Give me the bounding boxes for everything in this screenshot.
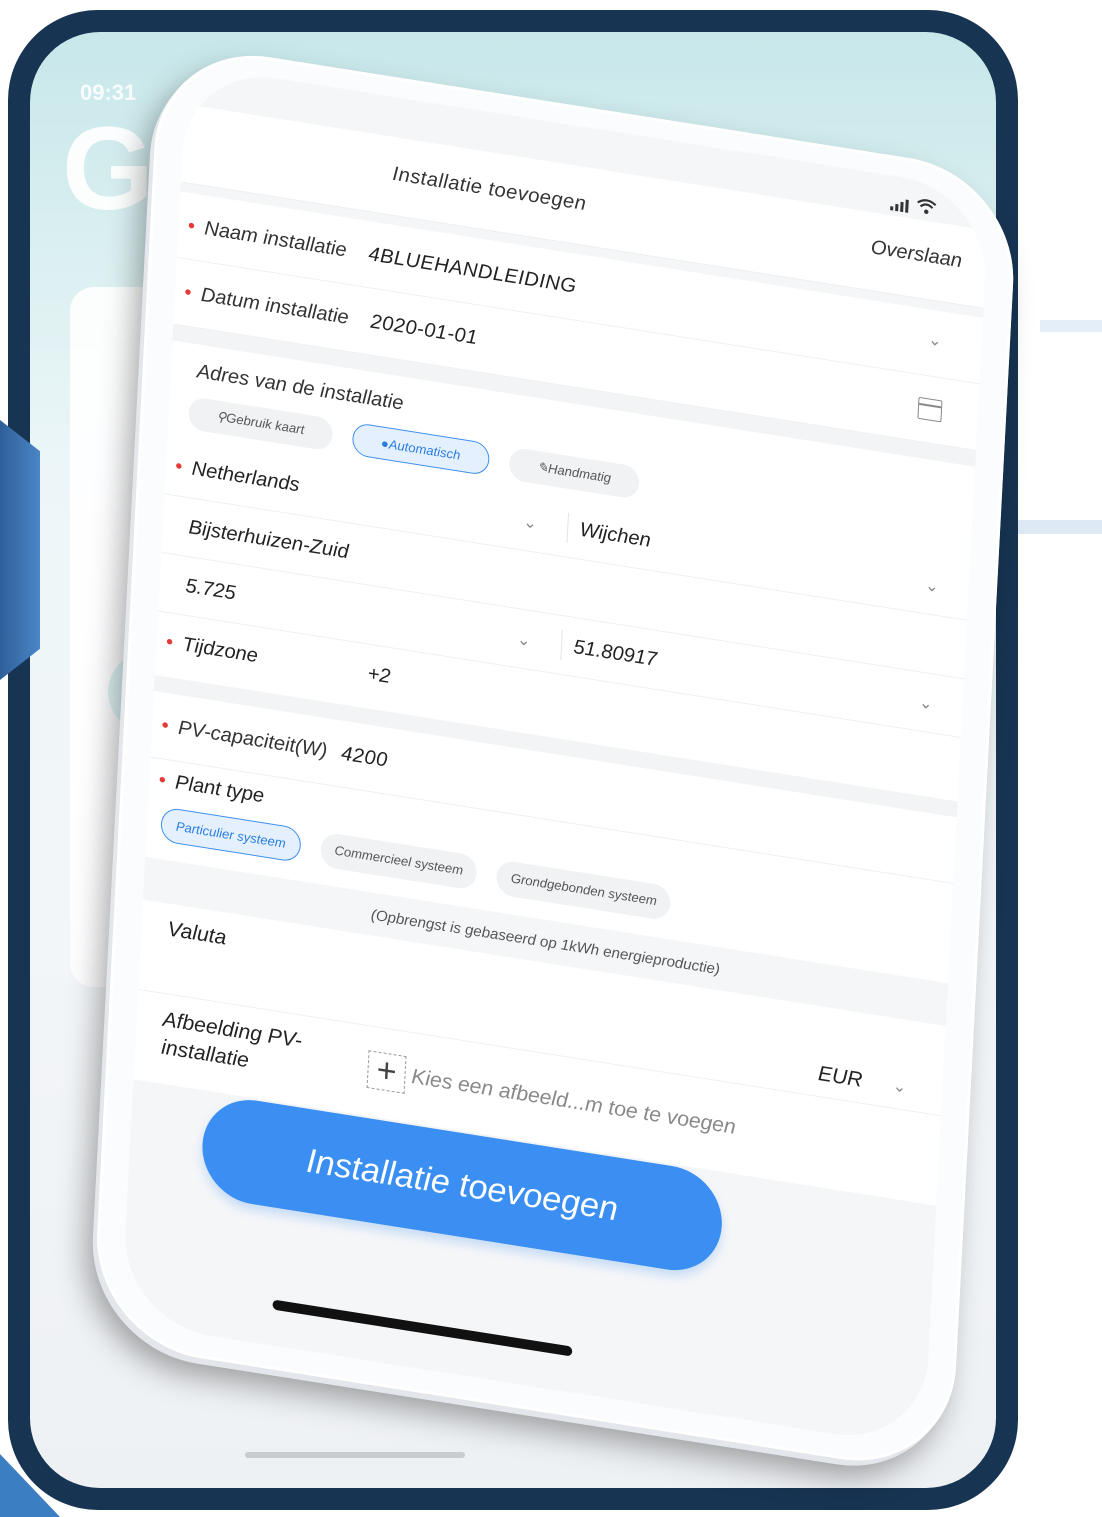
timezone-label: Tijdzone (181, 632, 259, 667)
installation-name-label: Naam installatie (203, 216, 348, 262)
signal-icon (890, 197, 909, 213)
skip-button[interactable]: Overslaan (870, 236, 962, 273)
calendar-icon[interactable] (917, 396, 943, 423)
country-value: Netherlands (191, 457, 301, 496)
front-phone-frame: Installatie toevoegen Overslaan • Naam i… (91, 40, 1019, 1477)
background-accent-shape (0, 420, 40, 680)
chevron-down-icon: ⌄ (918, 693, 933, 713)
longitude-value: 5.725 (185, 574, 237, 605)
required-marker: • (174, 454, 183, 478)
manual-label: Handmatig (547, 460, 612, 486)
required-marker: • (187, 214, 196, 238)
chevron-down-icon: ⌄ (924, 576, 940, 596)
required-marker: • (161, 713, 170, 737)
pv-capacity-label: PV-capaciteit(W) (177, 716, 328, 762)
city-value: Wijchen (579, 518, 652, 552)
pv-capacity-value[interactable]: 4200 (341, 742, 389, 772)
home-indicator[interactable] (272, 1299, 573, 1357)
add-image-button[interactable]: + (366, 1050, 407, 1094)
back-home-indicator (245, 1452, 465, 1458)
use-map-label: Gebruik kaart (225, 409, 305, 438)
automatic-label: Automatisch (388, 436, 461, 463)
installation-date-value[interactable]: 2020-01-01 (370, 310, 478, 350)
add-installation-form: • Naam installatie 4BLUEHANDLEIDING • Da… (133, 191, 984, 1206)
chevron-down-icon: ⌄ (927, 331, 943, 351)
wifi-icon (916, 197, 937, 221)
installation-date-label: Datum installatie (200, 283, 350, 329)
chevron-down-icon: ⌄ (516, 630, 532, 650)
commercial-system-option[interactable]: Commercieel systeem (319, 831, 478, 891)
required-marker: • (158, 768, 167, 792)
installation-name-value[interactable]: 4BLUEHANDLEIDING (368, 243, 577, 299)
background-stripe (1040, 320, 1102, 332)
timezone-value: +2 (367, 662, 392, 688)
pencil-icon: ✎ (536, 458, 549, 476)
background-stripe (1010, 520, 1102, 534)
chevron-down-icon: ⌄ (522, 513, 538, 533)
latitude-value: 51.80917 (573, 635, 658, 671)
plant-type-label: Plant type (174, 771, 265, 808)
private-system-option[interactable]: Particulier systeem (160, 806, 302, 864)
street-value: Bijsterhuizen-Zuid (188, 515, 350, 563)
currency-value: EUR (817, 1062, 863, 1092)
chevron-down-icon: ⌄ (892, 1077, 907, 1097)
required-marker: • (183, 280, 193, 304)
page-title: Installatie toevoegen (392, 162, 587, 216)
pv-image-label: Afbeelding PV-installatie (160, 1007, 303, 1073)
currency-label: Valuta (166, 917, 227, 950)
phone-screen: Installatie toevoegen Overslaan • Naam i… (120, 64, 990, 1449)
required-marker: • (165, 630, 174, 654)
pv-image-hint: Kies een afbeeld...m toe te voegen (410, 1065, 737, 1139)
